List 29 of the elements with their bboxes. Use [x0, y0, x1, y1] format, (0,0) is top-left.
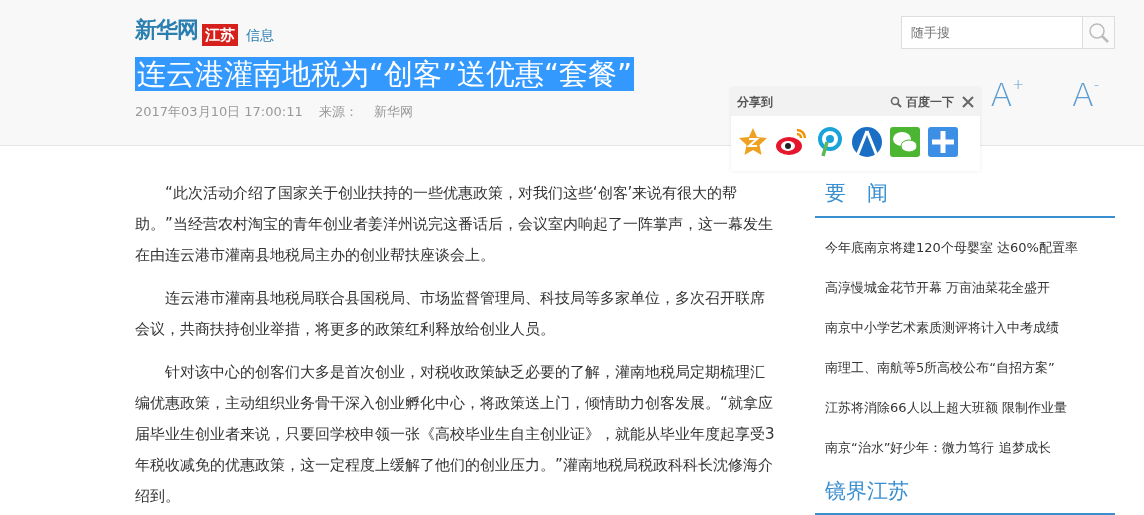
section-heading: 要 闻 [815, 178, 1115, 218]
search-icon [890, 96, 902, 108]
source-name: 新华网 [373, 103, 413, 121]
section-heading: 镜界江苏 [815, 475, 1115, 515]
search-button[interactable] [1082, 16, 1115, 49]
section-label[interactable]: 信息 [246, 25, 274, 46]
circle-icon[interactable] [851, 126, 883, 158]
region-tag: 江苏 [202, 23, 238, 46]
news-link[interactable]: 南京“治水”好少年：微力笃行 追梦成长 [815, 427, 1115, 468]
search-icon [1087, 21, 1110, 44]
article-paragraph: 针对该中心的创客们大多是首次创业，对税收政策缺乏必要的了解，灌南地税局定期梳理汇编优惠政策，主动组织业务骨干深入创业孵化中心，将政策送上门，倾情助力创客发展。“就拿应届毕业生创业者来说，只要回学校申领一张《高校毕业生自主创业证》，就能从毕业年度起享受3年税收减免的优惠政策，这一定程度上缓解了他们的创业压力。”灌南地税局税政科科长沈修海介绍到。 [135, 362, 775, 507]
logo-text[interactable]: 新华网 [135, 13, 198, 46]
article-paragraph: 连云港市灌南县地税局联合县国税局、市场监督管理局、科技局等多家单位，多次召开联席会议，共商扶持创业举措，将更多的政策红利释放给创业人员。 [135, 288, 766, 340]
source-label: 来源： [318, 103, 358, 121]
search-field[interactable]: 随手搜 [901, 16, 1082, 49]
news-link[interactable]: 高淳慢城金花节开幕 万亩油菜花全盛开 [815, 267, 1115, 308]
baidu-search-link[interactable]: 百度一下 [906, 93, 954, 111]
article-title: 连云港灌南地税为“创客”送优惠“套餐” [135, 57, 635, 91]
news-link[interactable]: 南理工、南航等5所高校公布“自招方案” [815, 347, 1115, 388]
article-paragraph: “此次活动介绍了国家关于创业扶持的一些优惠政策，对我们这些‘创客’来说有很大的帮助。”当经营农村淘宝的青年创业者姜洋州说完这番话后，会议室内响起了一阵掌声，这一幕发生在由连云港市灌南县地税局主办的创业帮扶座谈会上。 [135, 183, 774, 266]
news-link[interactable]: 江苏将消除66人以上超大班额 限制作业量 [815, 387, 1115, 428]
news-link[interactable]: 今年底南京将建120个母婴室 达60%配置率 [815, 227, 1115, 268]
close-icon[interactable] [962, 96, 974, 108]
eye-icon[interactable] [775, 126, 807, 158]
share-label: 分享到 [737, 94, 773, 111]
chat-bubbles-icon[interactable] [889, 126, 921, 158]
publish-date: 2017年03月10日 17:00:11 [135, 103, 303, 121]
plus-icon[interactable] [927, 126, 959, 158]
news-link[interactable]: 南京中小学艺术素质测评将计入中考成绩 [815, 307, 1115, 348]
